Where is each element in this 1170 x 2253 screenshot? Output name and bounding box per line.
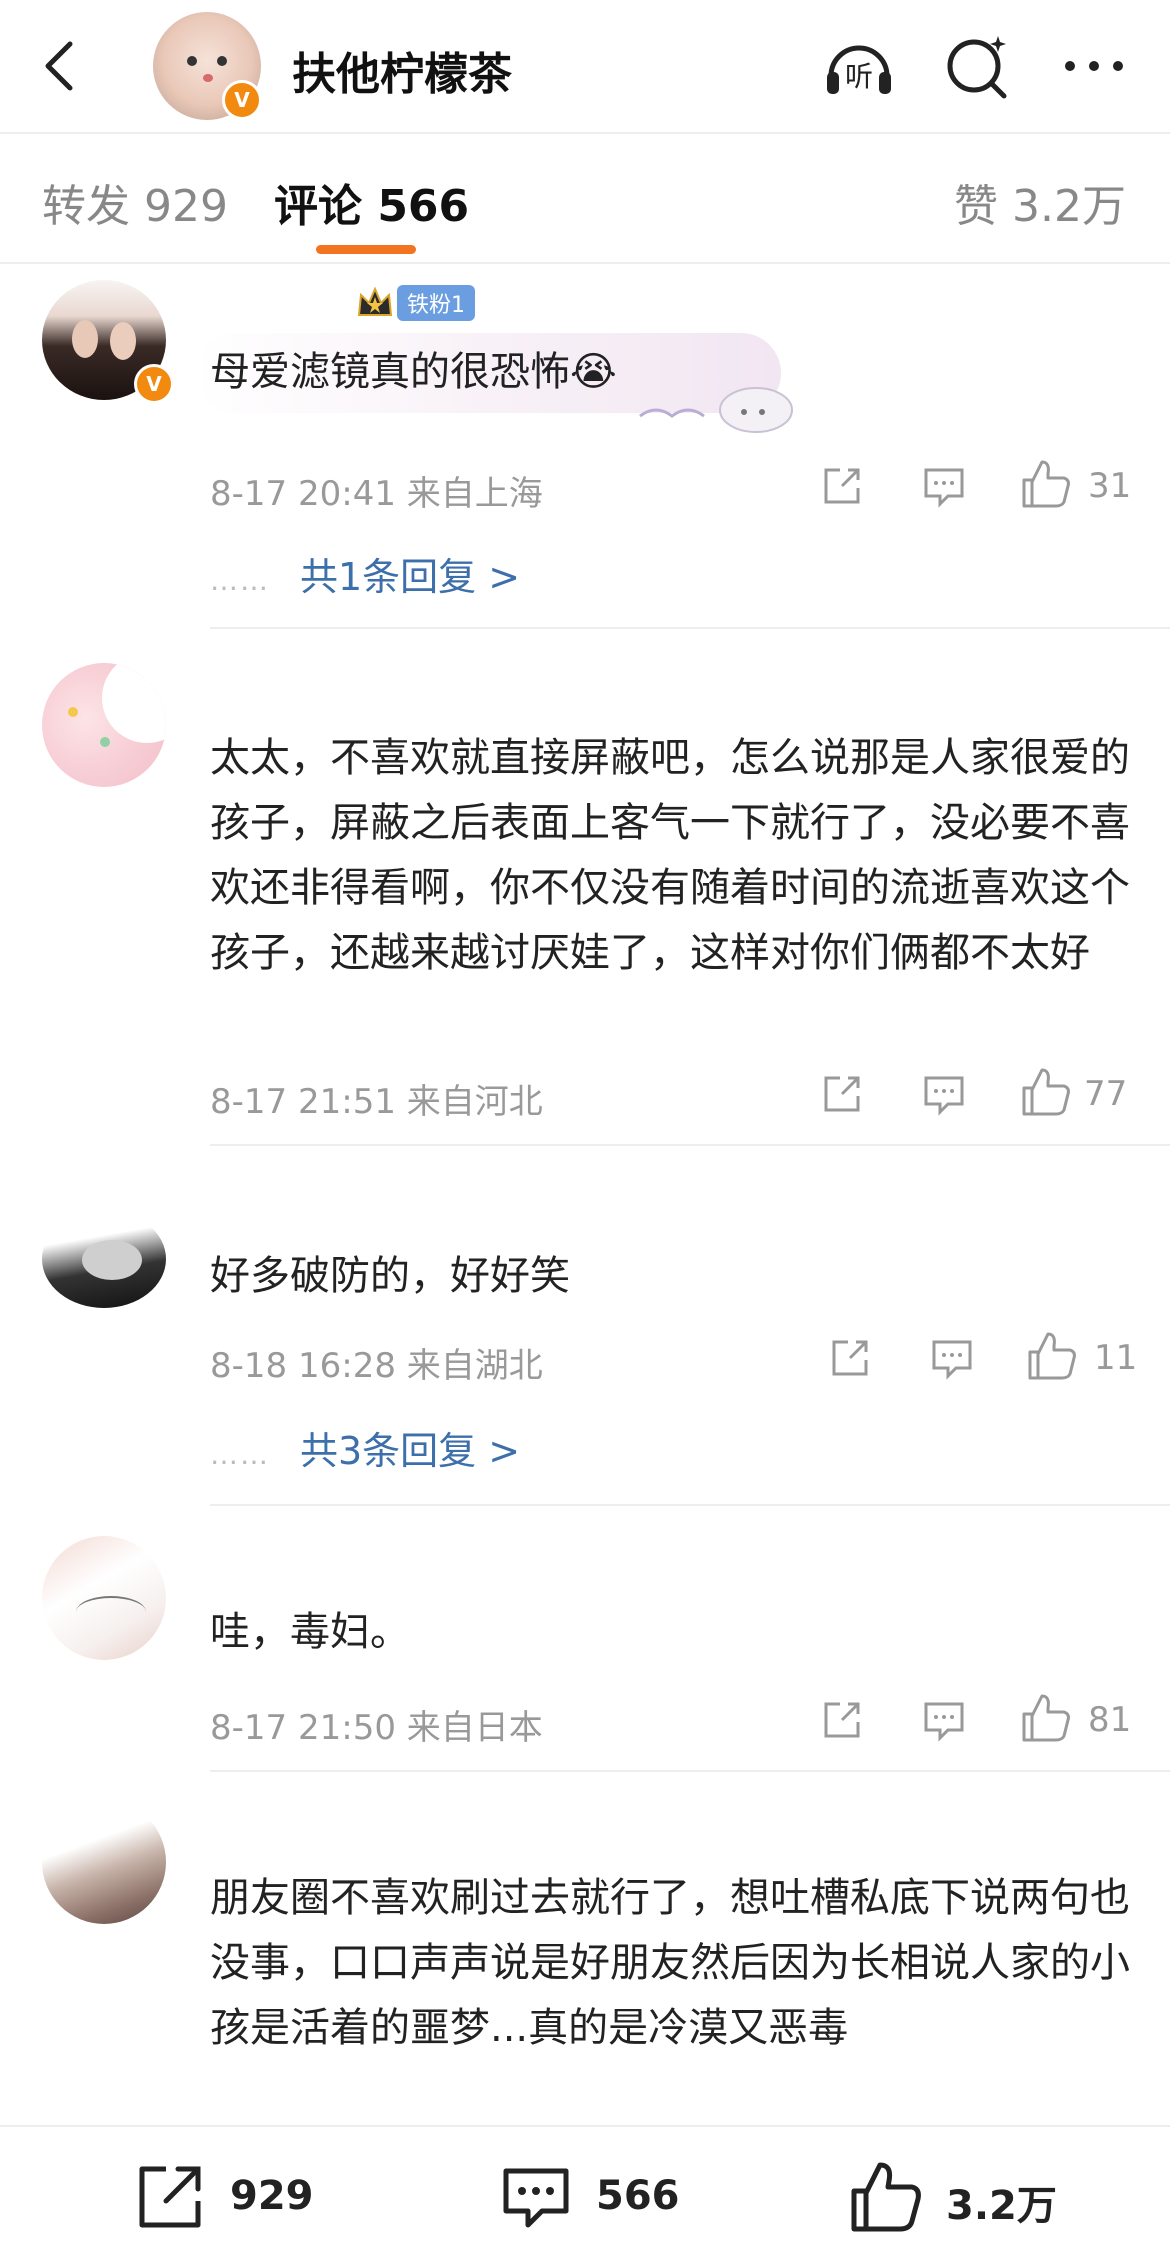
comment-count[interactable]: 566 [596,2173,680,2219]
avatar[interactable] [42,663,166,787]
comment-icon[interactable] [498,2159,574,2235]
comment-meta: 8-17 21:50 来自日本 [210,1708,543,1748]
top-bar: V 扶他柠檬茶 听 [0,0,1170,132]
like-icon[interactable] [1020,1066,1072,1118]
comment-text: 好多破防的，好好笑 [210,1253,570,1299]
header-divider [0,132,1170,134]
more-icon[interactable] [1058,30,1130,102]
repost-icon[interactable] [132,2159,208,2235]
reply-icon[interactable] [920,462,968,510]
comment-text: 朋友圈不喜欢刷过去就行了，想吐槽私底下说两句也没事，口口声声说是好朋友然后因为长… [210,1875,1130,2051]
like-count: 81 [1088,1700,1132,1740]
listen-label: 听 [845,60,873,93]
replies-label[interactable]: 共1条回复 > [300,555,520,599]
crown-icon [357,286,393,316]
like-count[interactable]: 3.2万 [946,2173,1057,2231]
verified-badge-icon: V [222,80,262,120]
like-icon[interactable] [1020,458,1072,510]
like-count: 77 [1084,1074,1128,1114]
active-tab-indicator [316,245,416,254]
repost-count[interactable]: 929 [230,2173,314,2219]
comment-divider [210,1144,1170,1146]
share-icon[interactable] [818,462,866,510]
comment-divider [210,1504,1170,1506]
sticker-icon [639,387,793,433]
tab-repost[interactable]: 转发 929 [42,170,228,234]
view-replies-link[interactable]: …… 共3条回复 > [210,1420,520,1475]
like-count: 31 [1088,466,1132,506]
tab-comment[interactable]: 评论 566 [274,170,469,234]
bottom-action-bar: 929 566 3.2万 [0,2125,1170,2253]
tab-like[interactable]: 赞 3.2万 [954,170,1126,234]
share-icon[interactable] [818,1696,866,1744]
reply-icon[interactable] [920,1696,968,1744]
fan-badge-label: 铁粉1 [397,285,475,321]
share-icon[interactable] [826,1334,874,1382]
tabs-divider [0,262,1170,264]
view-replies-link[interactable]: …… 共1条回复 > [210,546,520,601]
reply-icon[interactable] [920,1070,968,1118]
like-icon[interactable] [848,2159,924,2235]
comment-divider [210,627,1170,629]
comment-meta: 8-17 20:41 来自上海 [210,474,543,514]
like-icon[interactable] [1020,1692,1072,1744]
comment-text: 哇，毒妇。 [210,1609,410,1655]
replies-label[interactable]: 共3条回复 > [300,1429,520,1473]
verified-badge-icon: V [134,364,174,404]
comment-meta: 8-18 16:28 来自湖北 [210,1346,543,1386]
avatar[interactable] [42,1210,166,1308]
like-count: 11 [1094,1338,1138,1378]
comment-meta: 8-17 21:51 来自河北 [210,1082,543,1122]
avatar[interactable] [42,1536,166,1660]
search-icon[interactable] [940,30,1012,102]
reply-icon[interactable] [928,1334,976,1382]
page-title[interactable]: 扶他柠檬茶 [292,38,512,102]
comment-text: 太太，不喜欢就直接屏蔽吧，怎么说那是人家很爱的孩子，屏蔽之后表面上客气一下就行了… [210,735,1130,976]
share-icon[interactable] [818,1070,866,1118]
like-icon[interactable] [1026,1330,1078,1382]
listen-icon[interactable]: 听 [823,30,895,102]
avatar[interactable] [42,1800,166,1924]
back-icon[interactable] [32,36,92,96]
comment-divider [210,1770,1170,1772]
fan-badge: 铁粉1 [355,283,475,323]
